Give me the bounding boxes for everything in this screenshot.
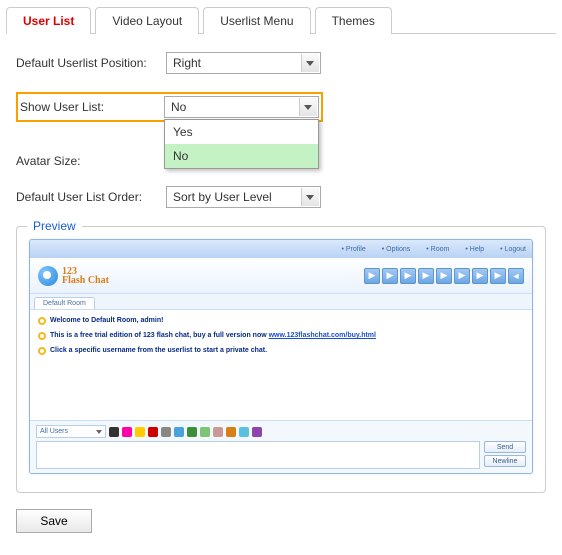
tab-content: Default Userlist Position: Right Show Us… [6, 34, 556, 543]
logo: 123 Flash Chat [38, 266, 109, 286]
titlebar-logout: Logout [500, 246, 526, 253]
chat-line: Welcome to Default Room, admin! [50, 316, 163, 325]
mini-icon: ▶ [490, 268, 506, 284]
chat-titlebar: Profile Options Room Help Logout [30, 240, 532, 258]
show-userlist-label: Show User List: [20, 100, 164, 114]
titlebar-options: Options [382, 246, 411, 253]
tab-user-list[interactable]: User List [6, 7, 91, 34]
default-position-select[interactable]: Right [166, 52, 321, 74]
logo-icon [38, 266, 58, 286]
save-button[interactable]: Save [16, 509, 92, 533]
option-yes[interactable]: Yes [165, 120, 318, 144]
tool-icon [161, 427, 171, 437]
mini-icon: ▶ [382, 268, 398, 284]
tool-icon [252, 427, 262, 437]
preview-legend: Preview [27, 219, 82, 233]
room-tab: Default Room [34, 297, 95, 309]
bullet-icon [38, 317, 46, 325]
show-userlist-select[interactable]: No [164, 96, 319, 118]
sort-order-value: Sort by User Level [173, 190, 272, 204]
chevron-down-icon [301, 188, 319, 206]
mini-icon-bar: ▶ ▶ ▶ ▶ ▶ ▶ ▶ ▶ ◄ [364, 268, 524, 284]
tool-icon [200, 427, 210, 437]
option-no[interactable]: No [165, 144, 318, 168]
chat-preview-window: Profile Options Room Help Logout 123 Fla… [29, 239, 533, 474]
mini-icon: ▶ [436, 268, 452, 284]
all-users-select: All Users [36, 425, 106, 438]
show-userlist-dropdown: Yes No [164, 119, 319, 169]
logo-text-2: Flash Chat [62, 276, 109, 285]
titlebar-room: Room [426, 246, 449, 253]
tab-bar: User List Video Layout Userlist Menu The… [6, 6, 556, 34]
mini-icon: ◄ [508, 268, 524, 284]
bullet-icon [38, 332, 46, 340]
tab-video-layout[interactable]: Video Layout [95, 7, 199, 34]
tool-icon [213, 427, 223, 437]
titlebar-profile: Profile [341, 246, 365, 253]
tool-icon [174, 427, 184, 437]
tab-userlist-menu[interactable]: Userlist Menu [203, 7, 310, 34]
default-position-value: Right [173, 56, 201, 70]
tool-icon [239, 427, 249, 437]
mini-icon: ▶ [364, 268, 380, 284]
show-userlist-highlight: Show User List: No Yes No [16, 92, 323, 122]
tab-themes[interactable]: Themes [315, 7, 392, 34]
titlebar-help: Help [465, 246, 484, 253]
mini-icon: ▶ [418, 268, 434, 284]
mini-icon: ▶ [472, 268, 488, 284]
sort-order-select[interactable]: Sort by User Level [166, 186, 321, 208]
avatar-size-label: Avatar Size: [16, 154, 166, 168]
default-position-label: Default Userlist Position: [16, 56, 166, 70]
show-userlist-value: No [171, 100, 186, 114]
sort-order-label: Default User List Order: [16, 190, 166, 204]
send-button: Send [484, 441, 526, 453]
tool-icon [135, 427, 145, 437]
preview-panel: Preview Profile Options Room Help Logout… [16, 226, 546, 493]
tool-icon [122, 427, 132, 437]
tool-icon [187, 427, 197, 437]
chevron-down-icon [299, 98, 317, 116]
tool-icon [148, 427, 158, 437]
chat-line: Click a specific username from the userl… [50, 346, 267, 355]
mini-icon: ▶ [454, 268, 470, 284]
tool-icon [226, 427, 236, 437]
chat-line: This is a free trial edition of 123 flas… [50, 331, 376, 340]
message-input [36, 441, 480, 469]
bullet-icon [38, 347, 46, 355]
tool-icon [109, 427, 119, 437]
newline-button: Newline [484, 455, 526, 467]
chevron-down-icon [301, 54, 319, 72]
mini-icon: ▶ [400, 268, 416, 284]
